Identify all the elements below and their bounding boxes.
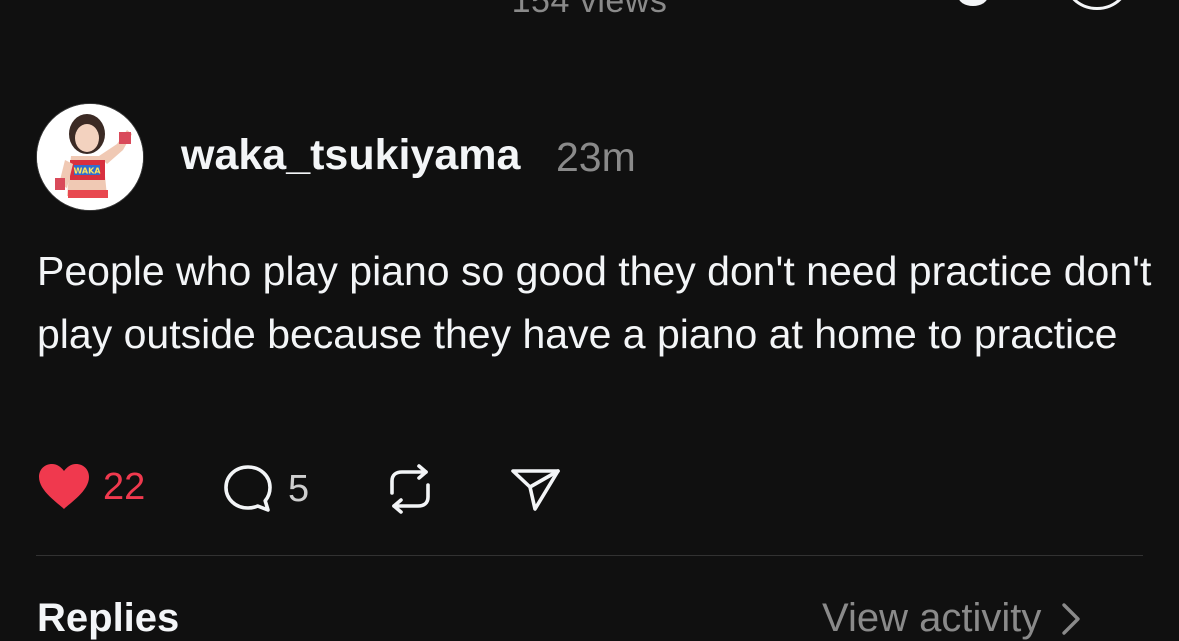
avatar[interactable]: WAKA: [36, 103, 144, 211]
like-count: 22: [103, 465, 146, 508]
reply-count: 5: [288, 467, 310, 510]
share-button[interactable]: [510, 463, 562, 515]
svg-text:WAKA: WAKA: [73, 167, 101, 176]
reply-button[interactable]: 5: [222, 463, 309, 515]
speech-bubble-icon: [224, 465, 272, 512]
view-activity-label: View activity: [822, 596, 1042, 640]
send-icon: [511, 469, 560, 511]
chevron-right-icon: [1062, 602, 1081, 635]
section-divider: [36, 555, 1143, 556]
repost-icon: [390, 464, 430, 514]
repost-button[interactable]: [384, 463, 436, 515]
username[interactable]: waka_tsukiyama: [181, 131, 520, 180]
profile-photo-icon: WAKA: [37, 104, 143, 210]
heart-filled-icon: [39, 464, 89, 509]
view-activity-link[interactable]: View activity: [822, 596, 1083, 641]
like-button[interactable]: 22: [37, 463, 145, 511]
post-text: People who play piano so good they don't…: [37, 248, 1152, 357]
post-timestamp: 23m: [556, 134, 636, 180]
replies-heading: Replies: [37, 596, 180, 640]
views-count: 154 views: [511, 0, 668, 20]
